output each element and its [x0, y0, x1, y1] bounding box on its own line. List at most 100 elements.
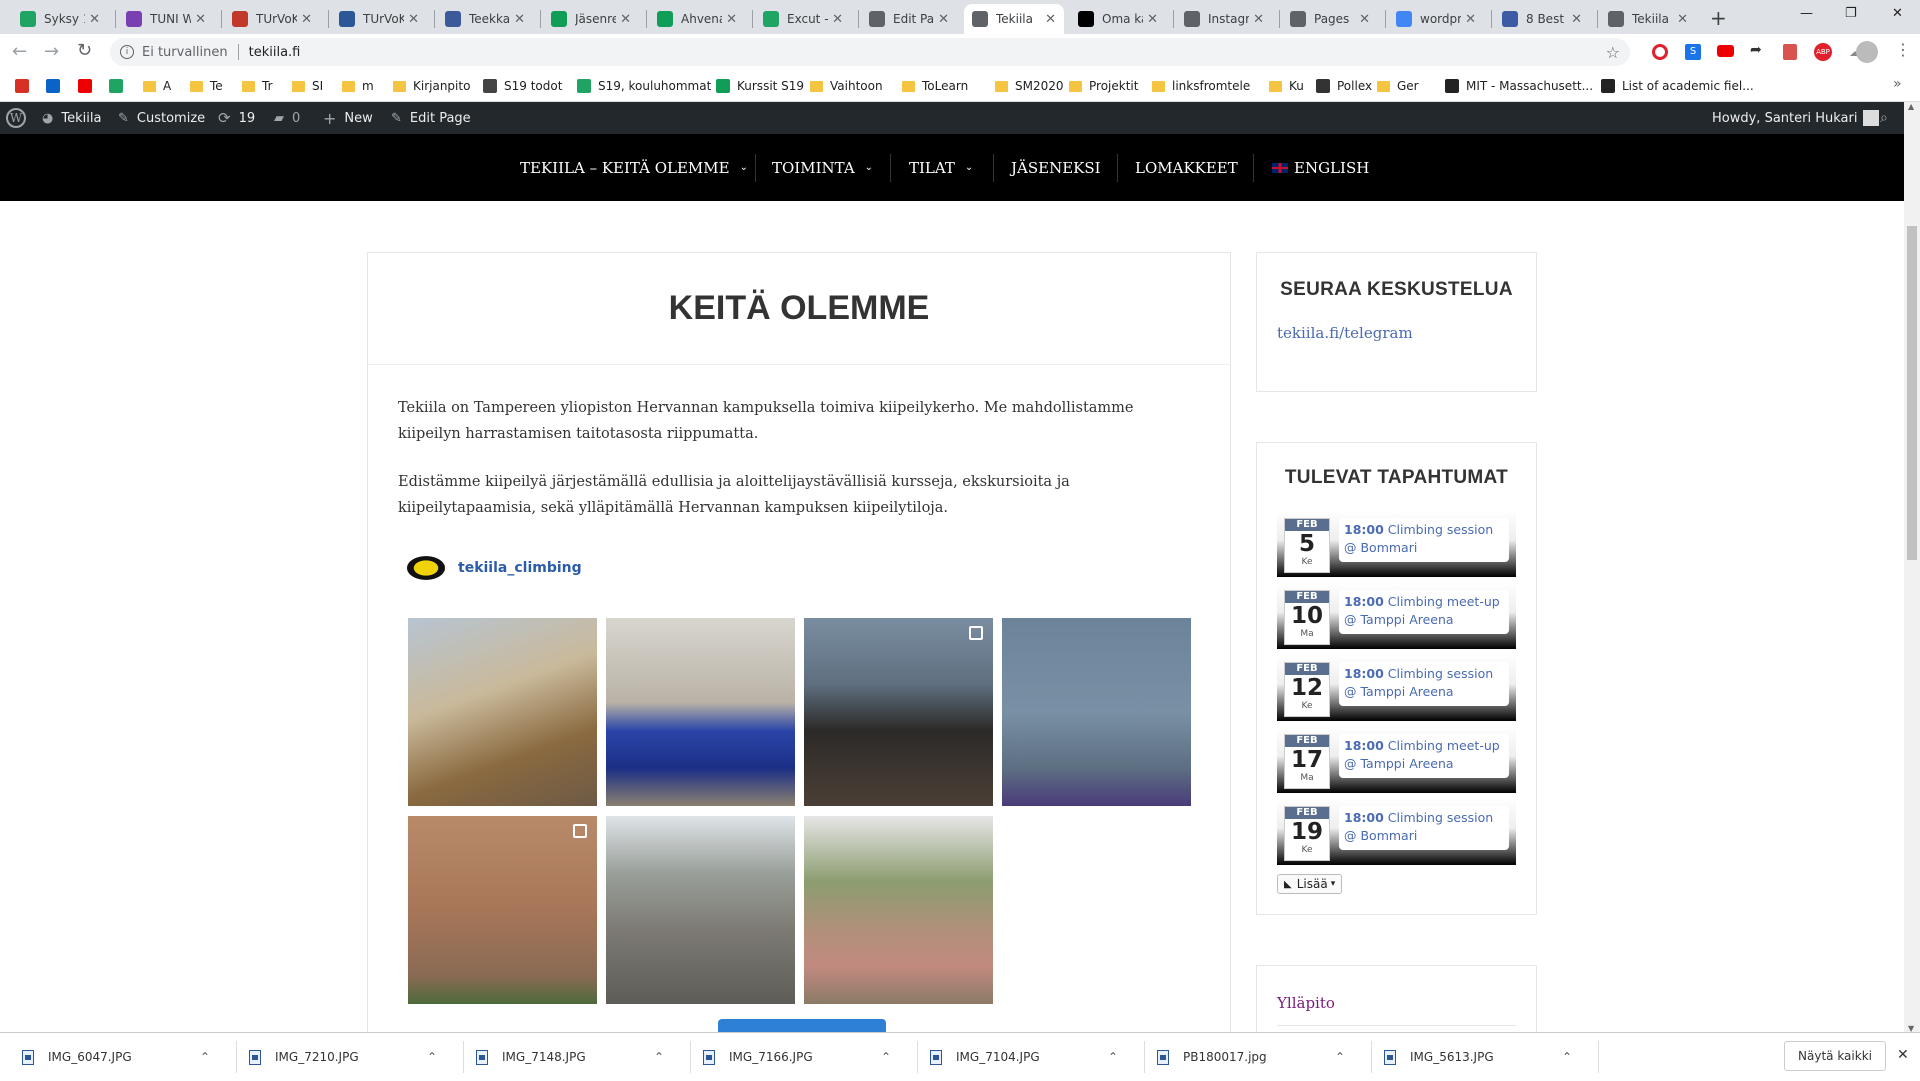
boulder-photo[interactable]: [606, 816, 795, 1004]
nav-item[interactable]: JÄSENEKSI: [1011, 134, 1101, 201]
chevron-up-icon[interactable]: ⌃: [881, 1050, 891, 1064]
group-photo[interactable]: [804, 618, 993, 806]
tab-close-icon[interactable]: ✕: [1359, 12, 1370, 27]
bookmark-item[interactable]: Projektit: [1069, 77, 1138, 95]
tab-close-icon[interactable]: ✕: [514, 12, 525, 27]
chevron-up-icon[interactable]: ⌃: [200, 1050, 210, 1064]
wordpress-logo-icon[interactable]: W: [6, 102, 26, 134]
bookmark-item[interactable]: m: [342, 77, 374, 95]
event-item[interactable]: FEB 12 Ke 18:00 Climbing session @ Tamppi A…: [1277, 654, 1516, 721]
bookmark-item[interactable]: linksfromtele: [1152, 77, 1250, 95]
window-close-button[interactable]: ✕: [1892, 6, 1903, 21]
address-bar[interactable]: i Ei turvallinen tekiila.fi ☆: [110, 38, 1630, 66]
admin-search-icon[interactable]: ⌕: [1880, 102, 1888, 134]
url-text[interactable]: tekiila.fi: [249, 45, 301, 60]
tab-close-icon[interactable]: ✕: [938, 12, 949, 27]
bookmark-item[interactable]: Kirjanpito: [393, 77, 470, 95]
tab-close-icon[interactable]: ✕: [620, 12, 631, 27]
chevron-up-icon[interactable]: ⌃: [1335, 1050, 1345, 1064]
event-item[interactable]: FEB 5 Ke 18:00 Climbing session @ Bommari: [1277, 510, 1516, 577]
bookmark-item[interactable]: SM2020: [995, 77, 1064, 95]
browser-tab[interactable]: Instagra✕: [1176, 4, 1272, 34]
howdy-account[interactable]: Howdy, Santeri Hukari: [1712, 102, 1880, 134]
bookmark-item[interactable]: Kurssit S19: [716, 77, 804, 95]
extension-pdf-icon[interactable]: [1783, 44, 1797, 60]
browser-tab[interactable]: wordpre✕: [1388, 4, 1484, 34]
browser-tab[interactable]: Teekkari✕: [437, 4, 533, 34]
event-link[interactable]: 18:00 Climbing session @ Bommari: [1339, 518, 1509, 562]
browser-tab[interactable]: Jäsenrek✕: [543, 4, 639, 34]
rock-face-photo[interactable]: [408, 816, 597, 1004]
browser-tab[interactable]: 8 Best W ✕: [1494, 4, 1590, 34]
tab-close-icon[interactable]: ✕: [832, 12, 843, 27]
event-link[interactable]: 18:00 Climbing session @ Bommari: [1339, 806, 1509, 850]
browser-tab[interactable]: Edit Pag✕: [861, 4, 957, 34]
more-button[interactable]: ◣ Lisää ▾: [1277, 874, 1343, 894]
browser-tab[interactable]: TUNI W ✕: [118, 4, 214, 34]
window-maximize-button[interactable]: ❐: [1845, 6, 1857, 21]
bookmark-item[interactable]: [46, 77, 67, 95]
nav-item[interactable]: TEKIILA – KEITÄ OLEMME ⌄: [520, 134, 748, 201]
event-link[interactable]: 18:00 Climbing meet-up @ Tamppi Areena: [1339, 590, 1509, 634]
extension-arrow-icon[interactable]: ➦: [1750, 42, 1762, 58]
back-icon[interactable]: ←: [12, 41, 27, 62]
telegram-link[interactable]: tekiila.fi/telegram: [1277, 324, 1413, 342]
browser-tab[interactable]: Tekiila ✕: [964, 4, 1064, 34]
browser-tab[interactable]: TUrVoKi✕: [331, 4, 427, 34]
bouldering-mat-photo[interactable]: [606, 618, 795, 806]
browser-tab[interactable]: Syksy 19 ✕: [12, 4, 108, 34]
download-item[interactable]: IMG_7210.JPG ⌃: [249, 1033, 449, 1081]
tab-close-icon[interactable]: ✕: [408, 12, 419, 27]
bookmark-item[interactable]: ToLearn: [902, 77, 968, 95]
forest-boulders-photo[interactable]: [804, 816, 993, 1004]
tab-close-icon[interactable]: ✕: [89, 12, 100, 27]
profile-avatar[interactable]: [1856, 41, 1878, 63]
nav-item[interactable]: TILAT ⌄: [909, 134, 973, 201]
tab-close-icon[interactable]: ✕: [1465, 12, 1476, 27]
tab-close-icon[interactable]: ✕: [301, 12, 312, 27]
browser-tab[interactable]: Pages ✕: [1282, 4, 1378, 34]
browser-tab[interactable]: Excut - l ✕: [755, 4, 851, 34]
event-item[interactable]: FEB 10 Ma 18:00 Climbing meet-up @ Tamppi A…: [1277, 582, 1516, 649]
show-all-button[interactable]: Näytä kaikki: [1784, 1041, 1886, 1071]
download-item[interactable]: IMG_7166.JPG ⌃: [703, 1033, 903, 1081]
bookmark-item[interactable]: S19 todot: [483, 77, 562, 95]
download-item[interactable]: PB180017.jpg ⌃: [1157, 1033, 1357, 1081]
browser-tab[interactable]: Oma ka ✕: [1070, 4, 1166, 34]
tab-close-icon[interactable]: ✕: [1677, 12, 1688, 27]
close-downloads-icon[interactable]: ✕: [1897, 1047, 1909, 1063]
bookmark-item[interactable]: Te: [190, 77, 223, 95]
bookmark-item[interactable]: [78, 77, 99, 95]
chevron-up-icon[interactable]: ⌃: [1562, 1050, 1572, 1064]
extension-youtube-icon[interactable]: [1717, 45, 1734, 57]
window-minimize-button[interactable]: —: [1800, 6, 1813, 21]
bookmarks-overflow-icon[interactable]: »: [1893, 76, 1902, 92]
bookmark-item[interactable]: Ger: [1377, 77, 1419, 95]
extension-s-icon[interactable]: S: [1685, 44, 1701, 60]
tab-close-icon[interactable]: ✕: [1571, 12, 1582, 27]
bookmark-item[interactable]: A: [143, 77, 171, 95]
chevron-up-icon[interactable]: ⌃: [654, 1050, 664, 1064]
browser-tab[interactable]: TUrVoKi✕: [224, 4, 320, 34]
comments-link[interactable]: ▰ 0: [274, 102, 300, 134]
bookmark-item[interactable]: Tr: [242, 77, 273, 95]
event-item[interactable]: FEB 19 Ke 18:00 Climbing session @ Bommari: [1277, 798, 1516, 865]
chevron-up-icon[interactable]: ⌃: [1108, 1050, 1118, 1064]
nav-item[interactable]: TOIMINTA ⌄: [772, 134, 873, 201]
tab-close-icon[interactable]: ✕: [1147, 12, 1158, 27]
site-name-link[interactable]: ◕ Tekiila: [42, 102, 101, 134]
event-item[interactable]: FEB 17 Ma 18:00 Climbing meet-up @ Tamppi A…: [1277, 726, 1516, 793]
download-item[interactable]: IMG_5613.JPG ⌃: [1384, 1033, 1584, 1081]
bookmark-item[interactable]: [15, 77, 36, 95]
bookmark-item[interactable]: Pollex: [1316, 77, 1372, 95]
admin-link[interactable]: Ylläpito: [1277, 994, 1335, 1012]
browser-tab[interactable]: Tekiila ✕: [1600, 4, 1696, 34]
download-item[interactable]: IMG_7148.JPG ⌃: [476, 1033, 676, 1081]
bookmark-item[interactable]: S19, kouluhommat: [577, 77, 711, 95]
scroll-thumb[interactable]: [1907, 226, 1917, 560]
bookmark-item[interactable]: Vaihtoon: [810, 77, 883, 95]
reload-icon[interactable]: ↻: [77, 40, 92, 61]
bookmark-item[interactable]: MIT - Massachusett...: [1445, 77, 1593, 95]
page-scrollbar[interactable]: ▲ ▼: [1904, 102, 1920, 1040]
download-item[interactable]: IMG_6047.JPG ⌃: [22, 1033, 222, 1081]
